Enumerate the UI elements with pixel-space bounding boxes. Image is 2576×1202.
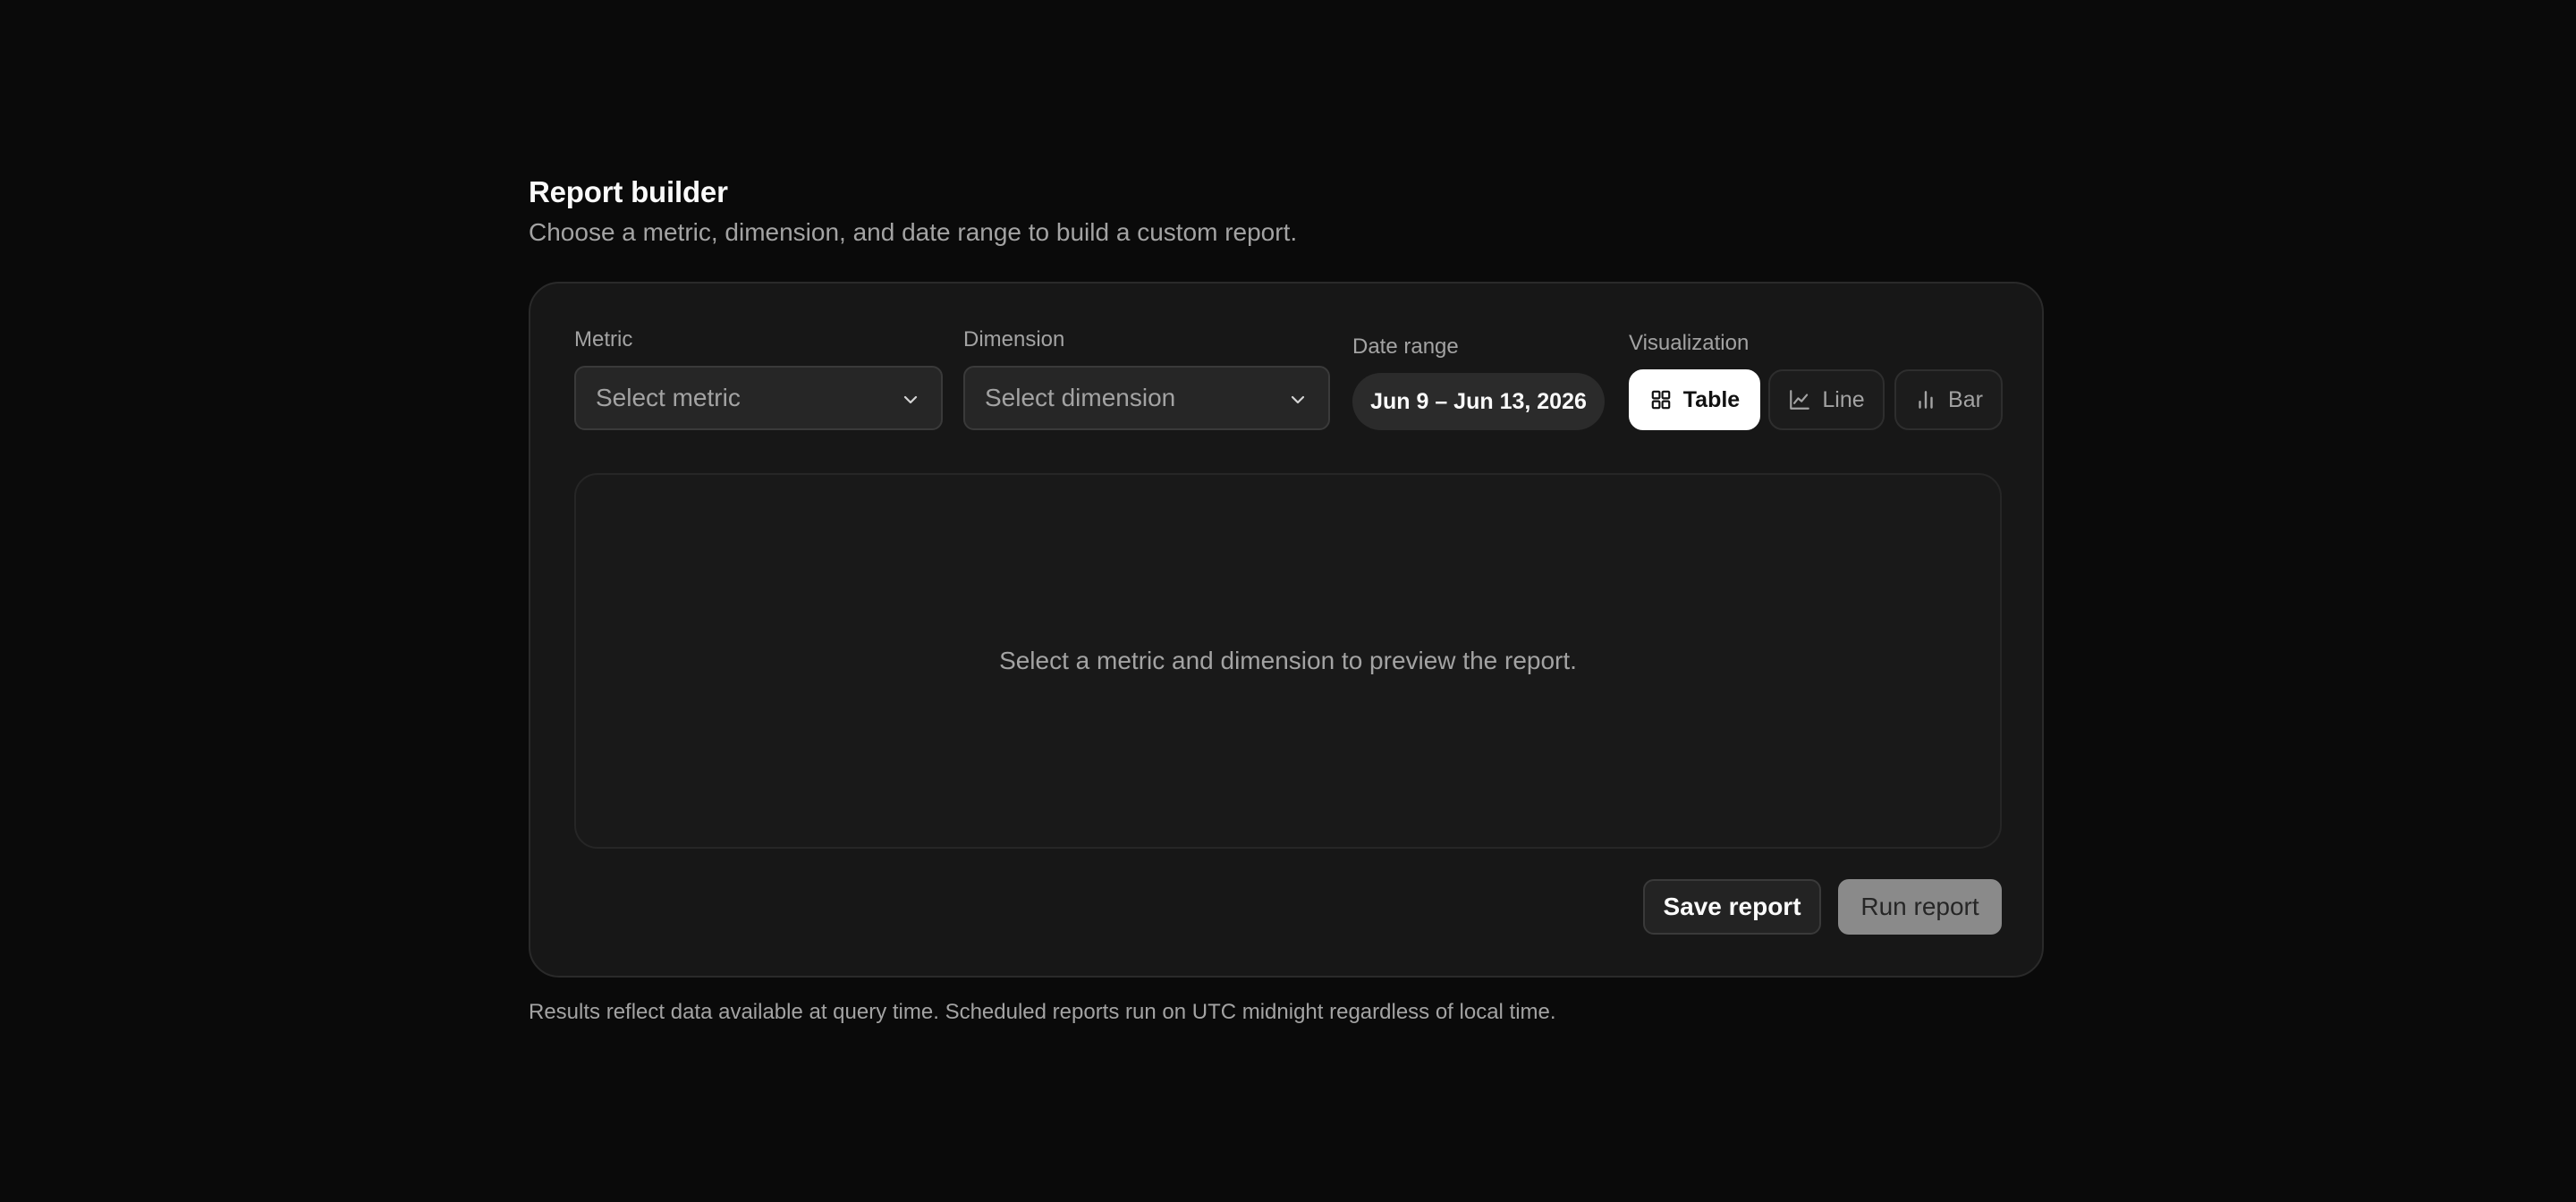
run-report-button[interactable]: Run report xyxy=(1838,879,2002,935)
metric-select-placeholder: Select metric xyxy=(596,384,741,411)
dimension-label: Dimension xyxy=(963,327,1065,351)
grid-icon xyxy=(1651,390,1671,410)
visualization-line-label: Line xyxy=(1822,386,1865,412)
bar-chart-icon xyxy=(1919,391,1933,409)
footnote: Results reflect data available at query … xyxy=(529,1000,1556,1024)
date-range-label: Date range xyxy=(1352,334,1459,359)
metric-select[interactable]: Select metric xyxy=(574,366,943,430)
line-chart-icon xyxy=(1790,390,1810,410)
visualization-bar-label: Bar xyxy=(1948,386,1983,412)
dimension-select[interactable]: Select dimension xyxy=(963,366,1330,430)
preview-empty-message: Select a metric and dimension to preview… xyxy=(999,647,1577,674)
chevron-down-icon xyxy=(903,395,918,404)
visualization-label: Visualization xyxy=(1629,331,1750,355)
visualization-bar-button[interactable]: Bar xyxy=(1894,369,2003,430)
date-range-picker[interactable]: Jun 9 – Jun 13, 2026 xyxy=(1352,373,1605,430)
report-builder-card: Metric Select metric Dimension Select di… xyxy=(529,282,2044,978)
page-subtitle: Choose a metric, dimension, and date ran… xyxy=(529,218,1298,246)
save-report-button[interactable]: Save report xyxy=(1643,879,1821,935)
page-title: Report builder xyxy=(529,175,728,208)
metric-label: Metric xyxy=(574,327,633,351)
report-builder-page: Report builder Choose a metric, dimensio… xyxy=(529,174,2047,1024)
visualization-line-button[interactable]: Line xyxy=(1768,369,1885,430)
visualization-table-label: Table xyxy=(1682,386,1741,412)
dimension-select-placeholder: Select dimension xyxy=(985,384,1176,411)
visualization-table-button[interactable]: Table xyxy=(1629,369,1760,430)
chevron-down-icon xyxy=(1291,395,1305,404)
report-preview-area: Select a metric and dimension to preview… xyxy=(574,473,2002,849)
